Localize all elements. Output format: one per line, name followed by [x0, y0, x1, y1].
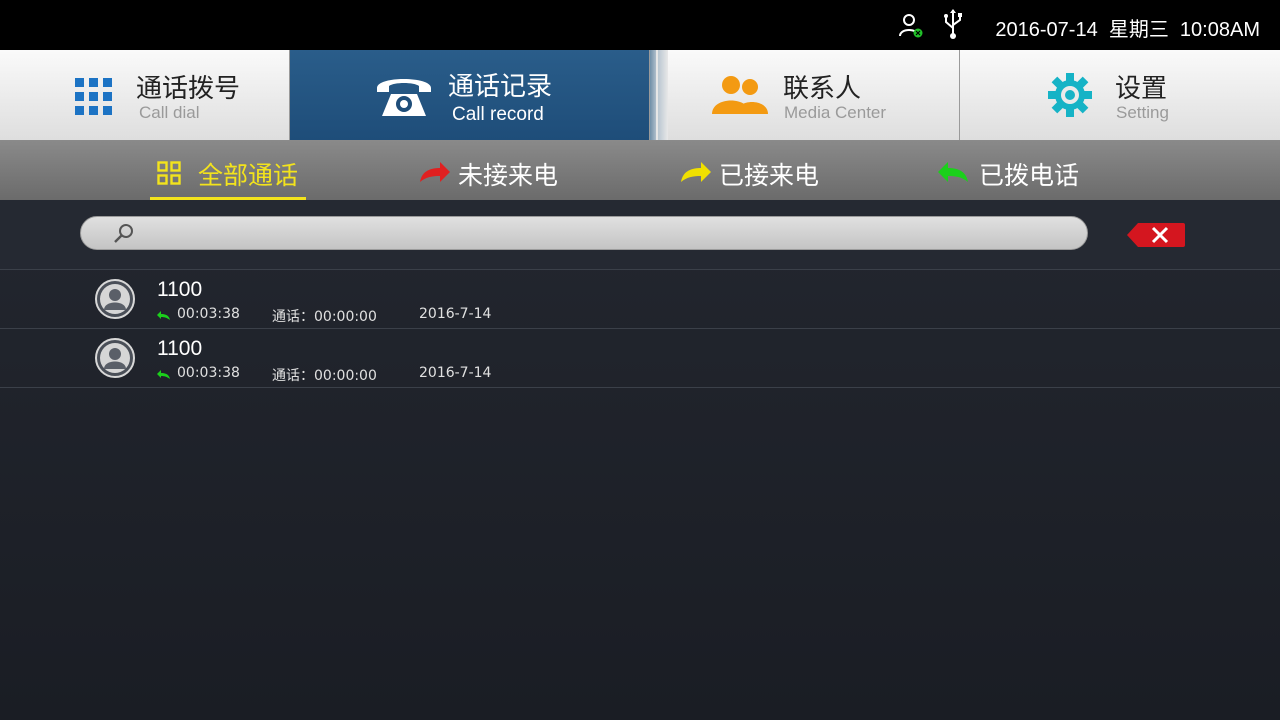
status-bar: 2016-07-14 星期三 10:08AM: [0, 0, 1280, 50]
tab-separator: [658, 50, 668, 140]
tab-subtitle: Media Center: [784, 103, 887, 122]
grid-icon: [157, 161, 181, 189]
status-datetime: 2016-07-14 星期三 10:08AM: [995, 19, 1260, 41]
record-date: 2016-7-14: [419, 365, 492, 381]
tab-contacts[interactable]: 联系人 Media Center: [668, 50, 960, 140]
call-record-list: 1100 00:03:38 通话：00:00:00 2016-7-14 1100: [0, 269, 1280, 388]
dialed-call-arrow-icon: [157, 368, 171, 384]
record-number: 1100: [157, 337, 203, 360]
record-date: 2016-7-14: [419, 306, 492, 322]
tab-subtitle: Call dial: [139, 103, 200, 122]
received-call-arrow-icon: [679, 162, 711, 188]
usb-icon: [942, 8, 964, 44]
list-item[interactable]: 1100 00:03:38 通话：00:00:00 2016-7-14: [0, 269, 1280, 328]
tab-title: 通话记录: [448, 72, 553, 102]
tab-title: 设置: [1115, 74, 1168, 104]
record-time: 00:03:38: [177, 306, 240, 322]
tab-separator: [650, 50, 656, 140]
filter-received-calls[interactable]: 已接来电: [679, 140, 829, 200]
record-duration: 通话：00:00:00: [272, 368, 377, 384]
top-navigation: 通话拨号 Call dial 通话记录 Call record 联系人 Medi…: [0, 50, 1280, 140]
tab-subtitle: Call record: [452, 104, 544, 125]
tab-subtitle: Setting: [1116, 103, 1169, 122]
filter-label: 未接来电: [458, 161, 559, 190]
list-item[interactable]: 1100 00:03:38 通话：00:00:00 2016-7-14: [0, 328, 1280, 388]
tab-settings[interactable]: 设置 Setting: [960, 50, 1280, 140]
search-input[interactable]: [141, 221, 1065, 247]
filter-all-calls[interactable]: 全部通话: [150, 140, 306, 200]
call-filter-bar: 全部通话 未接来电 已接来电 已拨电话: [0, 140, 1280, 200]
avatar: [95, 279, 135, 323]
record-time: 00:03:38: [177, 365, 240, 381]
tab-title: 联系人: [783, 74, 862, 104]
dialed-call-arrow-icon: [157, 309, 171, 325]
filter-label: 已拨电话: [979, 161, 1080, 190]
tab-call-record[interactable]: 通话记录 Call record: [290, 50, 650, 140]
missed-call-arrow-icon: [418, 162, 450, 188]
filter-dialed-calls[interactable]: 已拨电话: [938, 140, 1088, 200]
filter-missed-calls[interactable]: 未接来电: [418, 140, 568, 200]
user-status-icon: [898, 12, 924, 42]
avatar: [95, 338, 135, 382]
clear-search-button[interactable]: [1126, 222, 1186, 252]
filter-label: 全部通话: [198, 161, 299, 190]
tab-title: 通话拨号: [136, 74, 241, 104]
filter-label: 已接来电: [719, 161, 820, 190]
record-number: 1100: [157, 278, 203, 301]
telephone-icon: [374, 72, 434, 122]
search-row: [0, 200, 1280, 269]
record-duration: 通话：00:00:00: [272, 309, 377, 325]
search-icon: [113, 223, 135, 249]
gear-icon: [1047, 72, 1093, 122]
contacts-icon: [712, 72, 768, 120]
dialed-call-arrow-icon: [938, 162, 970, 188]
dialpad-icon: [75, 78, 113, 120]
tab-call-dial[interactable]: 通话拨号 Call dial: [0, 50, 290, 140]
search-box[interactable]: [80, 216, 1088, 250]
